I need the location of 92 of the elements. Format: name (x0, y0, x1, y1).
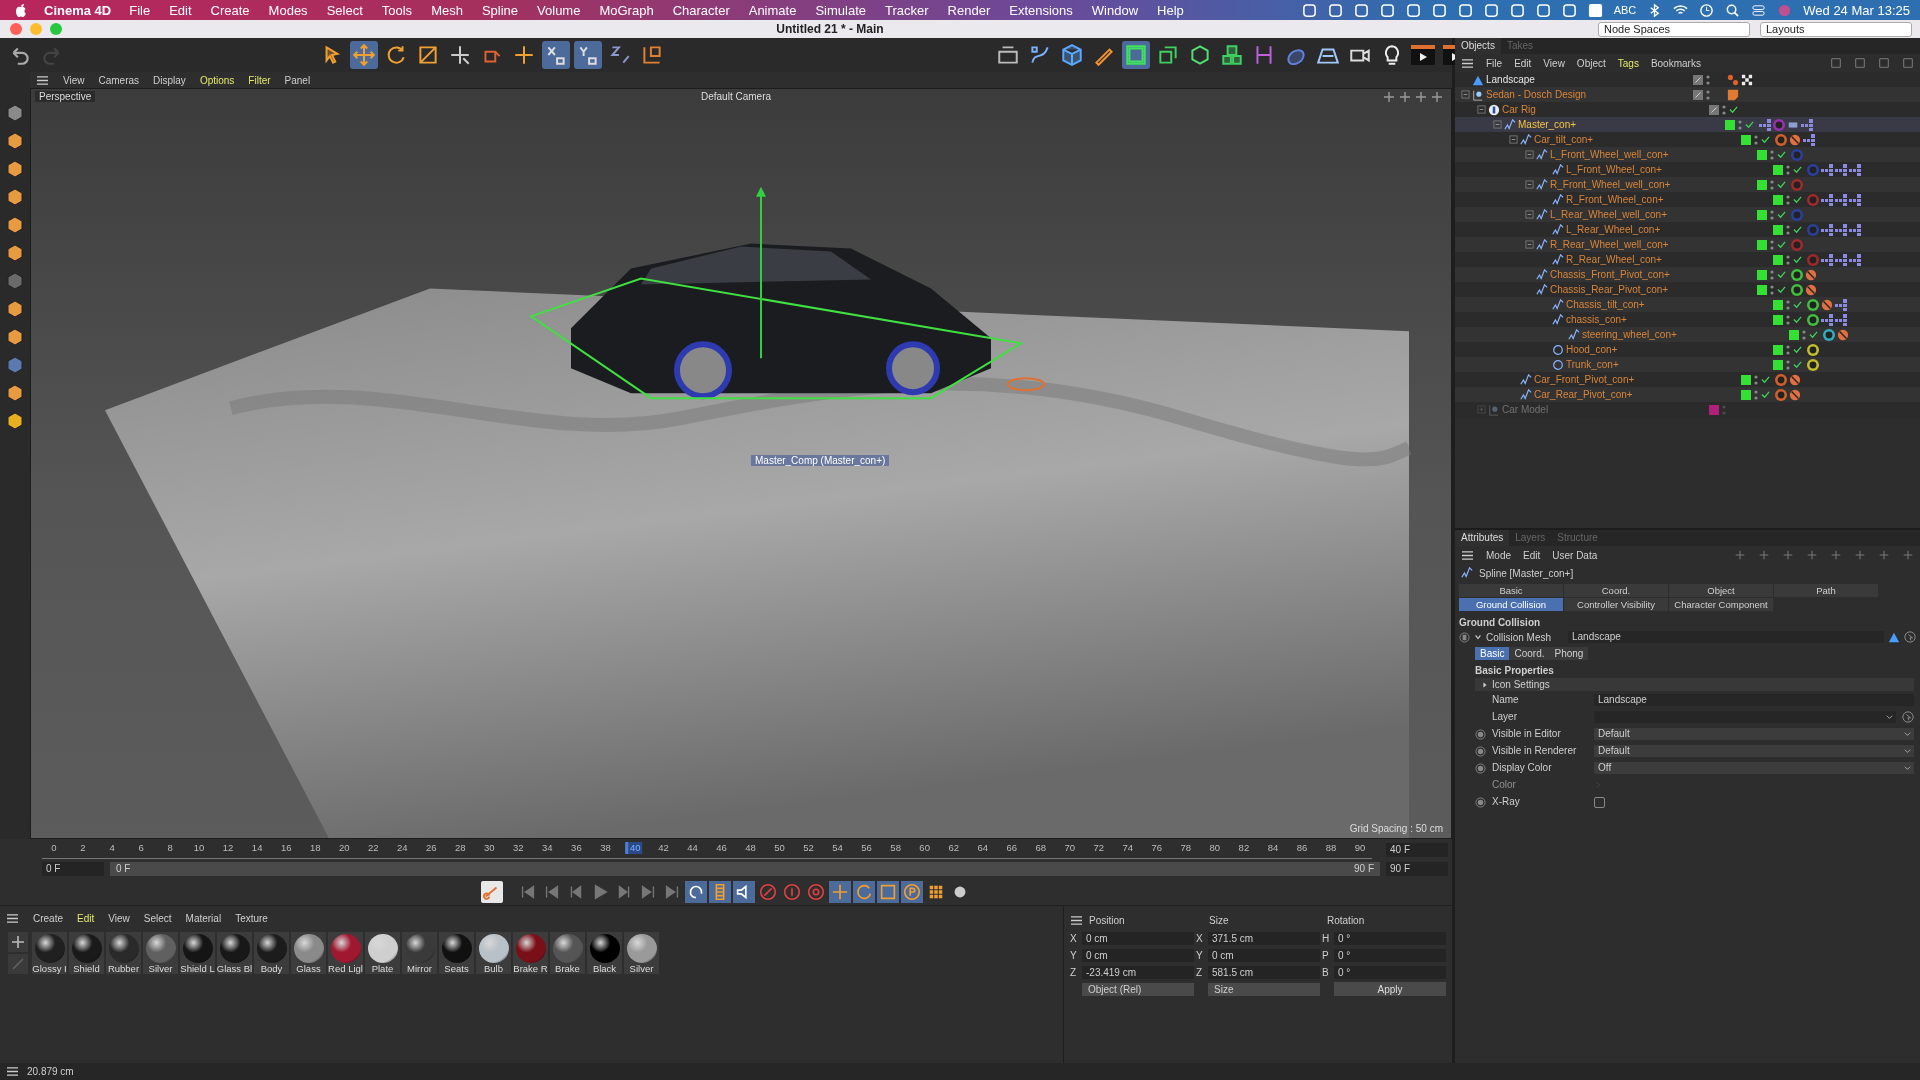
object-title: Spline [Master_con+] (1479, 567, 1574, 579)
frame-number: 68 (1035, 841, 1047, 854)
frame-number: 38 (600, 841, 611, 854)
frame-number: 22 (367, 841, 379, 854)
column-header: Size (1209, 914, 1230, 926)
frame-number: 34 (542, 841, 553, 854)
material-name: Red Ligl (328, 963, 363, 974)
range-end-label: 90 F (1354, 861, 1374, 876)
material-name: Silver (148, 963, 173, 974)
axis-label: P (1322, 949, 1330, 961)
frame-number: 64 (977, 841, 988, 854)
frame-number: 42 (658, 841, 669, 854)
frame-number: 0 (51, 841, 57, 854)
frame-number: 80 (1209, 841, 1221, 854)
axis-label: X (1070, 932, 1078, 944)
frame-number: 28 (455, 841, 466, 854)
material-name: Glossy I (32, 963, 67, 974)
viewport-camera-label: Perspective (35, 91, 96, 102)
column-header: Rotation (1327, 914, 1366, 926)
field-label: Display Color (1492, 762, 1553, 774)
frame-number: 16 (280, 841, 292, 854)
material-name: Body (260, 963, 283, 974)
frame-number: 24 (397, 841, 408, 854)
frame-number: 54 (832, 841, 843, 854)
frame-number: 52 (803, 841, 814, 854)
material-name: Glass (296, 963, 321, 974)
material-name: Plate (371, 963, 394, 974)
section-title: Ground Collision (1458, 616, 1542, 630)
frame-number: 20 (338, 841, 350, 854)
frame-number: 12 (222, 841, 234, 854)
group-title: Basic Properties (1474, 664, 1555, 678)
material-name: Shield (73, 963, 100, 974)
frame-number: 32 (513, 841, 524, 854)
frame-number: 78 (1180, 841, 1192, 854)
group-label: Icon Settings (1492, 679, 1550, 690)
field-label: Color (1492, 779, 1517, 791)
material-name: Brake R (513, 963, 548, 974)
frame-number: 2 (80, 841, 86, 854)
frame-number: 44 (687, 841, 698, 854)
frame-number: 62 (948, 841, 959, 854)
material-name: Bulb (484, 963, 503, 974)
frame-number: 48 (745, 841, 756, 854)
axis-label: X (1196, 932, 1204, 944)
frame-number: 66 (1006, 841, 1017, 854)
frame-number: 84 (1267, 841, 1279, 854)
window-title: Untitled 21 * - Main (775, 22, 885, 36)
frame-number: 10 (193, 841, 205, 854)
material-name: Shield L (180, 963, 215, 974)
material-name: Brake (555, 963, 580, 974)
field-label: Visible in Editor (1492, 728, 1562, 740)
handle-label: Master_Comp (Master_con+) (751, 455, 890, 466)
frame-number: 82 (1238, 841, 1250, 854)
material-name: Mirror (407, 963, 432, 974)
frame-number: 8 (167, 841, 173, 854)
grid-spacing-label: Grid Spacing : 50 cm (1349, 823, 1443, 834)
frame-number: 18 (309, 841, 321, 854)
axis-label: Y (1196, 949, 1204, 961)
frame-number: 76 (1151, 841, 1163, 854)
frame-number: 36 (571, 841, 582, 854)
frame-number: 14 (251, 841, 263, 854)
frame-number: 26 (426, 841, 437, 854)
column-header: Position (1089, 914, 1126, 926)
axis-label: Z (1070, 966, 1078, 978)
frame-number: 56 (861, 841, 872, 854)
frame-number: 50 (774, 841, 785, 854)
material-name: Silver (629, 963, 654, 974)
frame-number: 6 (138, 841, 144, 854)
material-name: Rubber (107, 963, 140, 974)
field-label: Layer (1492, 711, 1518, 723)
frame-number: 70 (1064, 841, 1076, 854)
axis-label: H (1322, 932, 1331, 944)
frame-number: 60 (919, 841, 930, 854)
frame-number: 74 (1122, 841, 1134, 854)
field-label: Collision Mesh (1486, 631, 1553, 643)
material-name: Seats (444, 963, 469, 974)
frame-number: 72 (1093, 841, 1105, 854)
axis-label: B (1322, 966, 1330, 978)
frame-number: 46 (716, 841, 727, 854)
field-label: Visible in Renderer (1492, 745, 1578, 757)
frame-number: 30 (484, 841, 495, 854)
status-text: 20.879 cm (27, 1066, 74, 1077)
material-name: Glass Bl (216, 963, 253, 974)
range-start-label: 0 F (116, 861, 131, 876)
frame-number: 86 (1296, 841, 1308, 854)
material-name: Black (592, 963, 617, 974)
frame-number: 88 (1325, 841, 1337, 854)
frame-number: 58 (890, 841, 901, 854)
axis-label: Y (1070, 949, 1078, 961)
frame-number: 4 (109, 841, 115, 854)
field-label: X-Ray (1492, 796, 1521, 808)
field-label: Name (1492, 694, 1520, 706)
axis-label: Z (1196, 966, 1204, 978)
